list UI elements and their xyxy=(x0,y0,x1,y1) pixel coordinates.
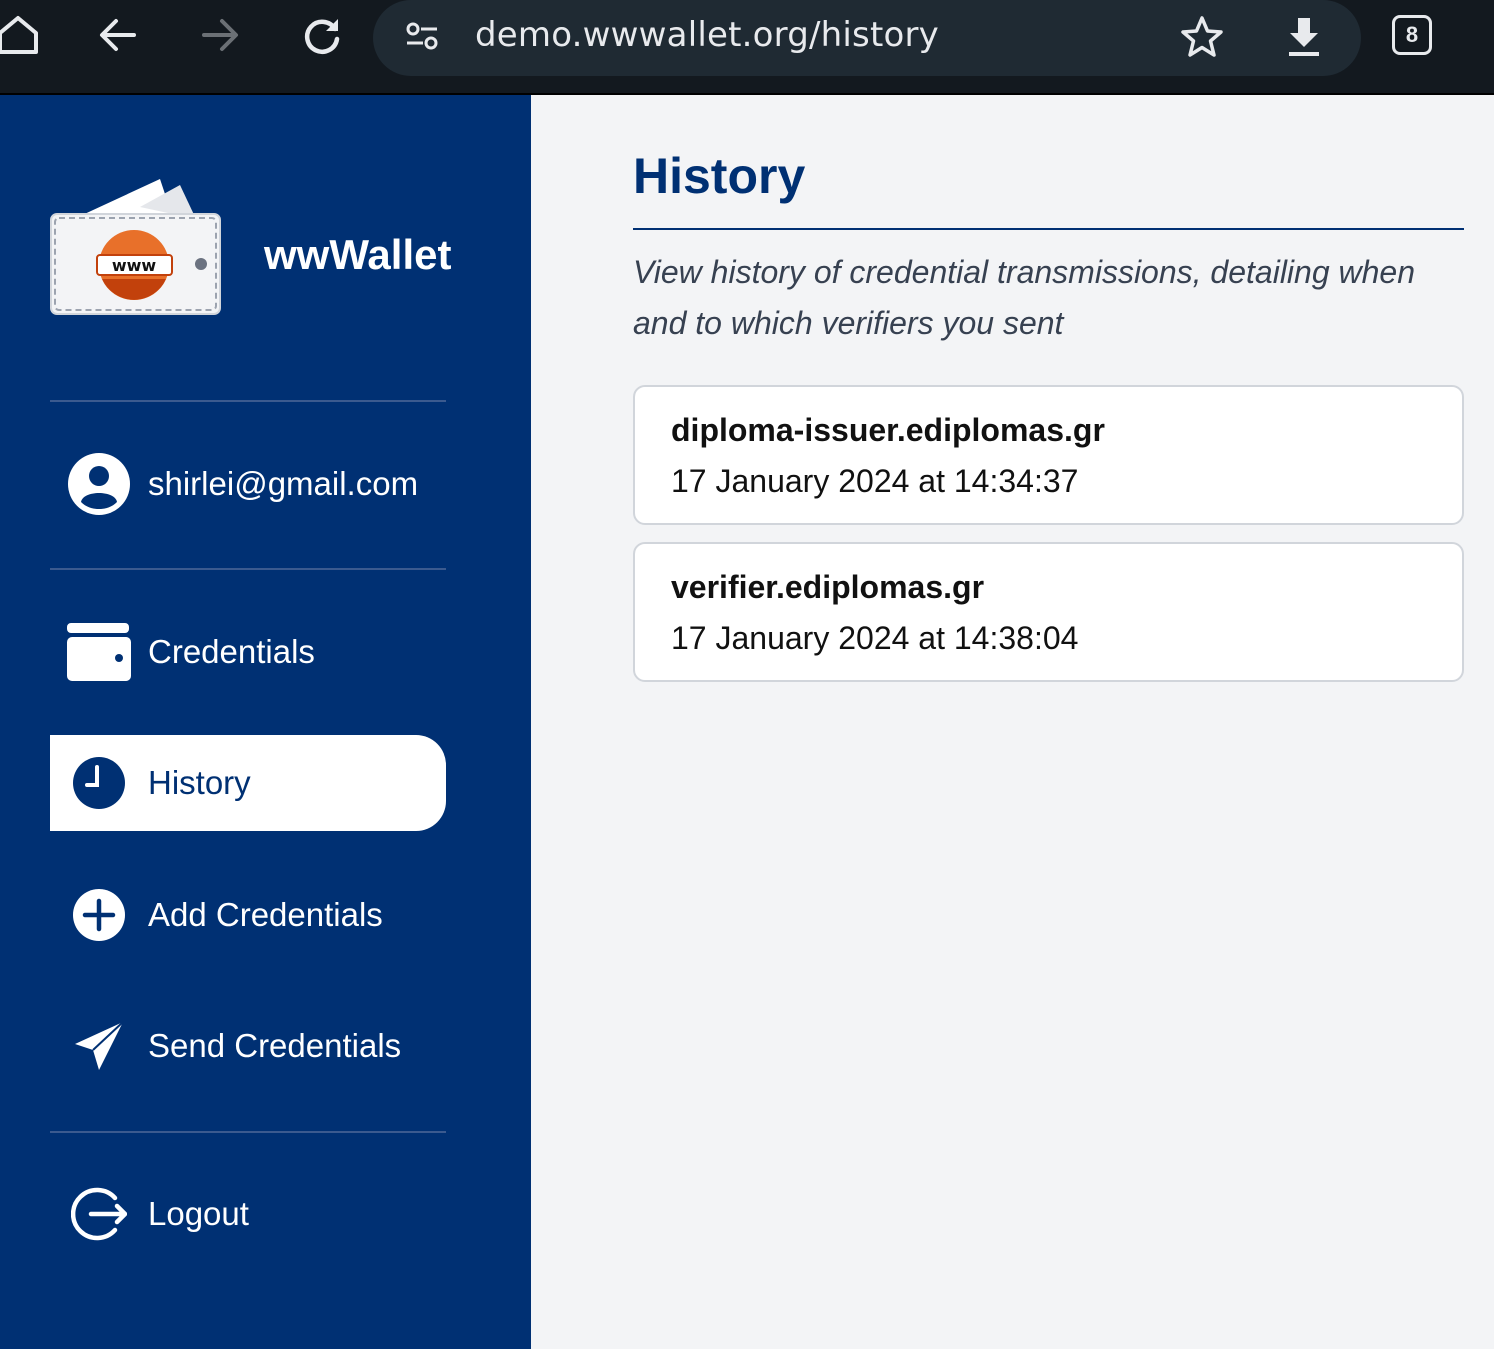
nav-add-credentials[interactable]: Add Credentials xyxy=(50,867,446,963)
history-entry[interactable]: diploma-issuer.ediplomas.gr 17 January 2… xyxy=(633,385,1464,525)
title-divider xyxy=(633,228,1464,230)
divider xyxy=(50,1131,446,1133)
nav-label: History xyxy=(148,764,251,801)
nav-label: Add Credentials xyxy=(148,896,383,933)
history-entry[interactable]: verifier.ediplomas.gr 17 January 2024 at… xyxy=(633,542,1464,682)
plus-circle-icon xyxy=(50,867,148,963)
nav-send-credentials[interactable]: Send Credentials xyxy=(50,998,446,1094)
divider xyxy=(50,568,446,570)
nav-credentials[interactable]: Credentials xyxy=(50,604,446,700)
wallet-icon xyxy=(50,604,148,700)
user-profile[interactable]: shirlei@gmail.com xyxy=(50,436,446,532)
forward-icon[interactable] xyxy=(195,10,245,60)
address-bar[interactable]: demo.wwwallet.org/history xyxy=(373,0,1361,76)
home-icon[interactable] xyxy=(0,10,43,60)
back-icon[interactable] xyxy=(93,10,143,60)
history-date: 17 January 2024 at 14:34:37 xyxy=(671,463,1079,499)
wallet-logo: www xyxy=(50,177,222,317)
tab-switcher-button[interactable]: 8 xyxy=(1392,15,1432,55)
logout-label: Logout xyxy=(148,1195,249,1232)
page-title: History xyxy=(633,148,806,204)
site-settings-icon[interactable] xyxy=(403,16,443,56)
page-description: View history of credential transmissions… xyxy=(633,254,1416,341)
user-avatar-icon xyxy=(50,436,148,532)
main-content: History View history of credential trans… xyxy=(531,95,1494,1349)
logout-button[interactable]: Logout xyxy=(50,1166,446,1262)
sidebar: www wwWallet shirlei@gmail.com Credentia… xyxy=(0,95,531,1349)
logout-icon xyxy=(50,1166,148,1262)
divider xyxy=(50,400,446,402)
nav-label: Send Credentials xyxy=(148,1027,402,1064)
download-icon[interactable] xyxy=(1281,14,1327,60)
clock-icon xyxy=(50,735,148,831)
reload-icon[interactable] xyxy=(297,10,347,60)
browser-toolbar: demo.wwwallet.org/history 8 xyxy=(0,0,1494,95)
history-date: 17 January 2024 at 14:38:04 xyxy=(671,620,1079,656)
nav-history[interactable]: History xyxy=(50,735,446,831)
history-verifier: verifier.ediplomas.gr xyxy=(671,569,985,605)
tab-count: 8 xyxy=(1405,22,1419,47)
brand-name: wwWallet xyxy=(264,231,452,278)
user-email: shirlei@gmail.com xyxy=(148,465,419,502)
paper-plane-icon xyxy=(50,998,148,1094)
bookmark-star-icon[interactable] xyxy=(1179,14,1225,60)
logo-text: www xyxy=(112,256,157,275)
history-verifier: diploma-issuer.ediplomas.gr xyxy=(671,412,1105,448)
nav-label: Credentials xyxy=(148,633,315,670)
url-text[interactable]: demo.wwwallet.org/history xyxy=(475,15,939,55)
